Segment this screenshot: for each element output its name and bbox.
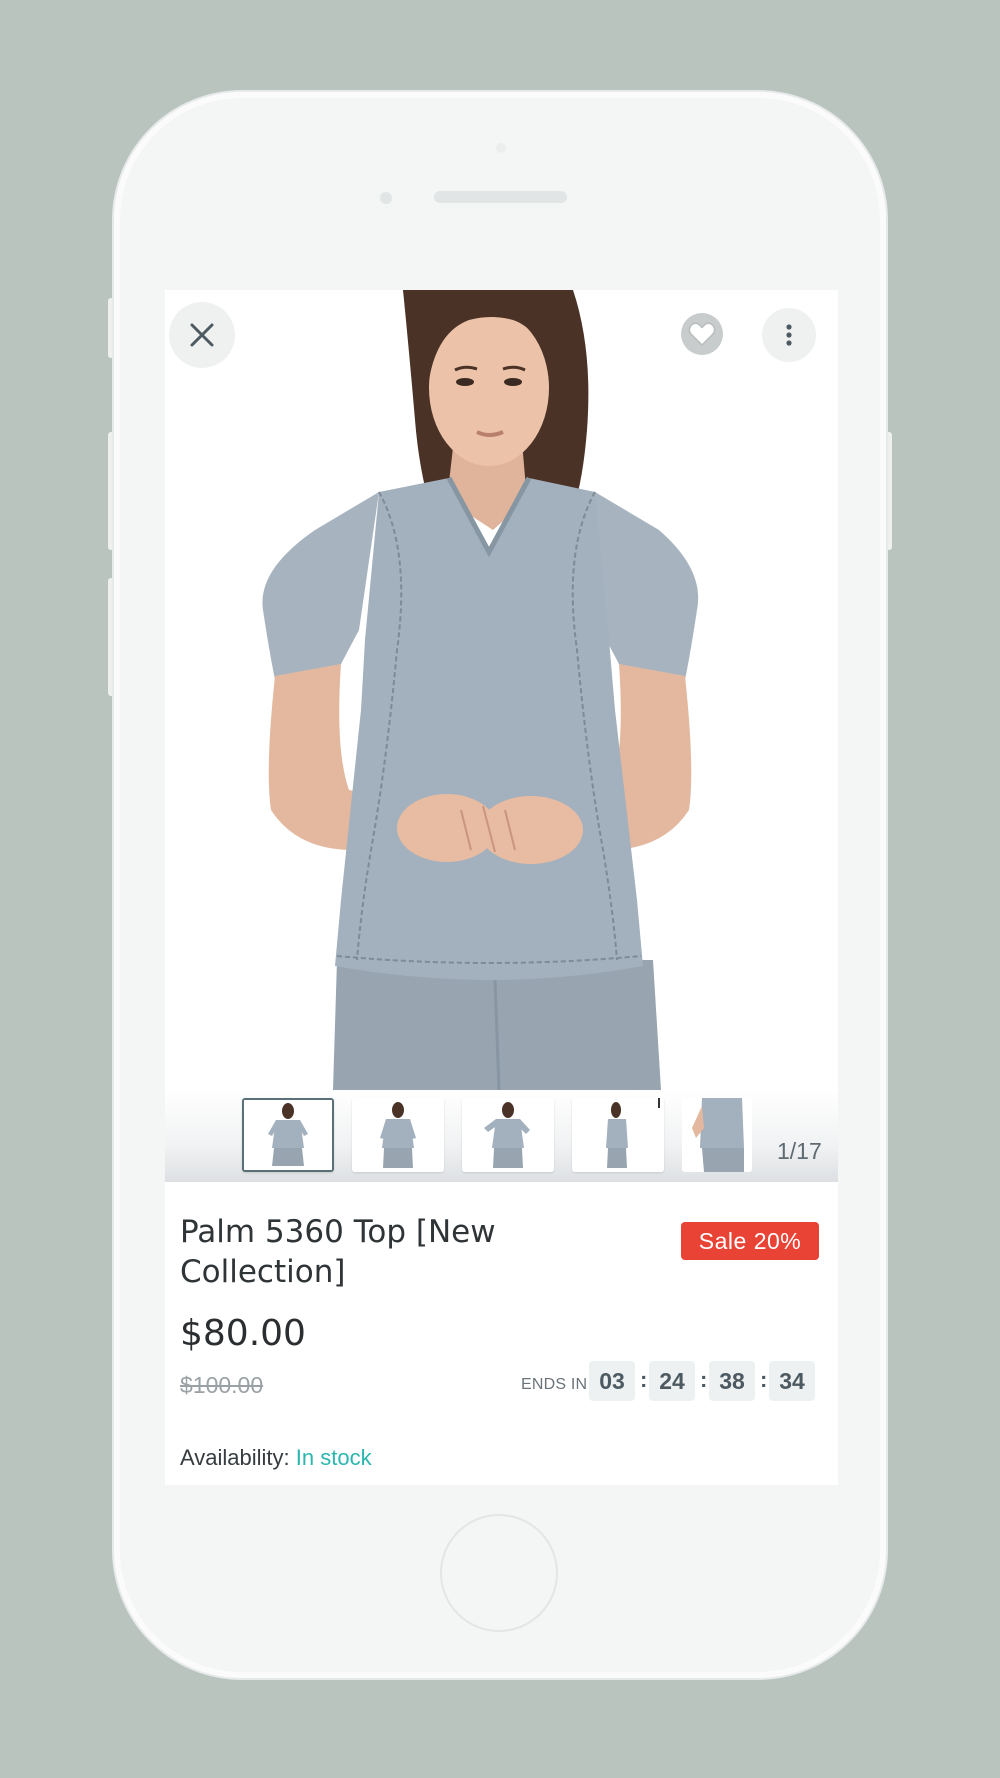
countdown-minutes: 38 xyxy=(709,1361,755,1401)
close-icon xyxy=(190,323,214,347)
more-options-button[interactable] xyxy=(762,308,816,362)
countdown-separator: : xyxy=(640,1367,648,1392)
product-main-image[interactable] xyxy=(165,290,838,1090)
countdown-hours: 24 xyxy=(649,1361,695,1401)
thumbnail-1[interactable] xyxy=(242,1098,334,1172)
countdown-days: 03 xyxy=(589,1361,635,1401)
countdown-separator: : xyxy=(760,1367,768,1392)
product-title: Palm 5360 Top [New Collection] xyxy=(180,1214,496,1290)
image-counter: 1/17 xyxy=(777,1138,822,1164)
original-price: $100.00 xyxy=(180,1372,264,1398)
countdown-seconds: 34 xyxy=(769,1361,815,1401)
thumbnail-3[interactable] xyxy=(462,1098,554,1172)
thumbnail-strip: 1/17 xyxy=(165,1090,838,1182)
phone-front-camera xyxy=(380,192,392,204)
countdown-separator: : xyxy=(700,1367,708,1392)
more-vertical-icon xyxy=(786,324,792,346)
availability: Availability: In stock xyxy=(180,1445,372,1471)
thumbnail-5[interactable] xyxy=(682,1098,752,1172)
heart-icon xyxy=(688,322,716,347)
phone-speaker xyxy=(434,191,567,203)
sale-badge: Sale 20% xyxy=(681,1222,819,1260)
availability-label: Availability: xyxy=(180,1445,290,1470)
countdown-label: ENDS IN xyxy=(521,1376,588,1393)
thumbnail-4[interactable] xyxy=(572,1098,664,1172)
current-price: $80.00 xyxy=(180,1313,306,1354)
phone-sensor xyxy=(496,143,506,153)
phone-home-button[interactable] xyxy=(440,1514,558,1632)
close-button[interactable] xyxy=(169,302,235,368)
favorite-button[interactable] xyxy=(681,313,723,355)
thumbnail-2[interactable] xyxy=(352,1098,444,1172)
app-screen: 1/17 Palm 5360 Top [New Collection] Sale… xyxy=(165,290,838,1485)
availability-status: In stock xyxy=(295,1445,372,1470)
